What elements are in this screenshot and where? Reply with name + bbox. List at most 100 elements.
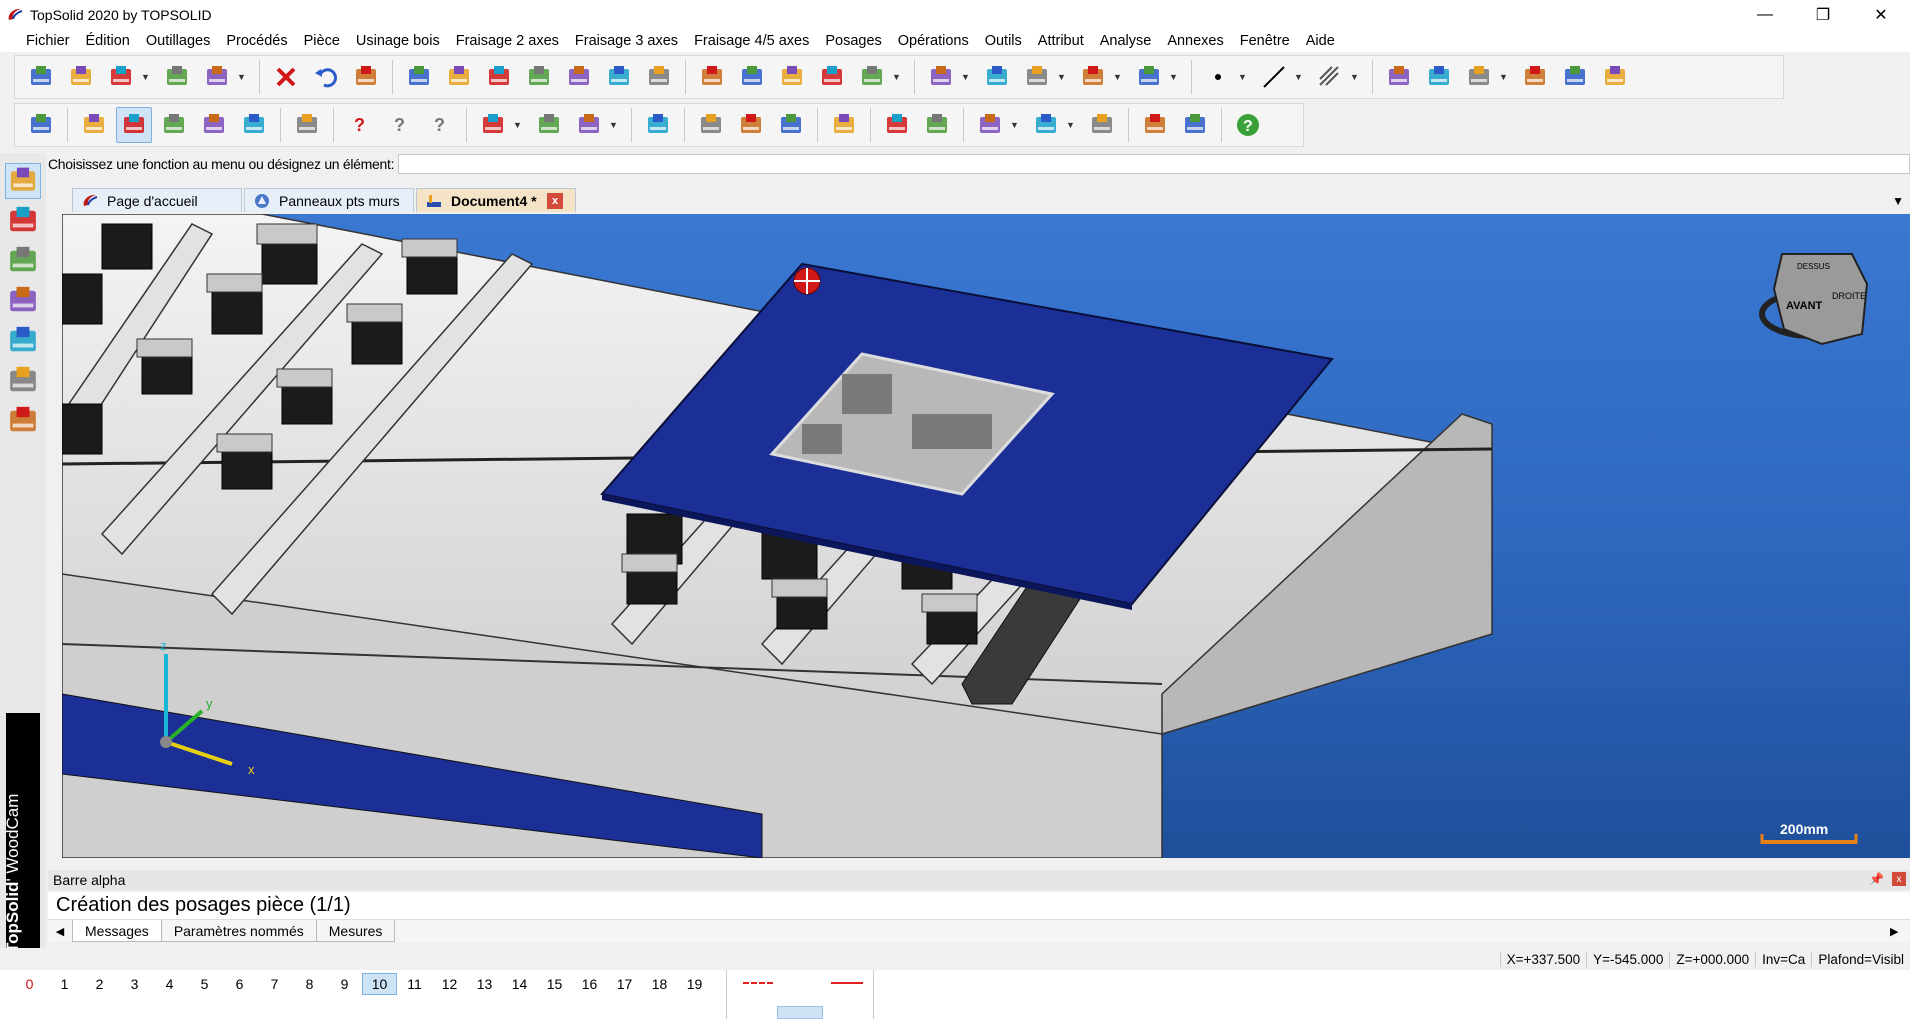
layer-11[interactable]: 11 bbox=[397, 973, 432, 995]
dropdown-arrow-icon[interactable]: ▼ bbox=[1169, 72, 1179, 82]
blocks-icon[interactable] bbox=[733, 107, 769, 143]
layer-14[interactable]: 14 bbox=[502, 973, 537, 995]
dashed-line-style[interactable] bbox=[743, 982, 773, 984]
book-icon[interactable] bbox=[1517, 59, 1553, 95]
3d-viewport[interactable]: z y x AVANT DROITE DESSUS 200mm bbox=[62, 214, 1910, 858]
dropdown-arrow-icon[interactable]: ▼ bbox=[237, 72, 247, 82]
tab-messages[interactable]: Messages bbox=[72, 920, 162, 942]
doc-icon[interactable] bbox=[1461, 59, 1497, 95]
dropdown-arrow-icon[interactable]: ▼ bbox=[1350, 72, 1360, 82]
menu-item-0[interactable]: Fichier bbox=[18, 33, 78, 49]
fixture-icon[interactable] bbox=[531, 107, 567, 143]
menu-item-9[interactable]: Posages bbox=[817, 33, 889, 49]
menu-item-7[interactable]: Fraisage 3 axes bbox=[567, 33, 686, 49]
view-cube[interactable]: AVANT DROITE DESSUS bbox=[1759, 253, 1869, 346]
id-card-icon[interactable] bbox=[1177, 107, 1213, 143]
compass-icon[interactable] bbox=[641, 59, 677, 95]
layer-2[interactable]: 2 bbox=[82, 973, 117, 995]
layer-7[interactable]: 7 bbox=[257, 973, 292, 995]
menu-item-11[interactable]: Outils bbox=[977, 33, 1030, 49]
cube-icon[interactable] bbox=[5, 363, 41, 399]
new-file-icon[interactable] bbox=[23, 59, 59, 95]
menu-item-15[interactable]: Fenêtre bbox=[1232, 33, 1298, 49]
page-icon[interactable] bbox=[1381, 59, 1417, 95]
convert-icon[interactable] bbox=[236, 107, 272, 143]
save-icon[interactable] bbox=[103, 59, 139, 95]
layer-19[interactable]: 19 bbox=[677, 973, 712, 995]
close-button[interactable]: ✕ bbox=[1852, 0, 1910, 30]
palette-icon[interactable] bbox=[5, 403, 41, 439]
bucket-icon[interactable] bbox=[475, 107, 511, 143]
tabs-menu-icon[interactable]: ▼ bbox=[1892, 194, 1904, 208]
menu-item-3[interactable]: Procédés bbox=[218, 33, 295, 49]
maximize-button[interactable]: ❐ bbox=[1794, 0, 1852, 30]
menu-item-16[interactable]: Aide bbox=[1298, 33, 1343, 49]
gears-icon[interactable] bbox=[561, 59, 597, 95]
user-icon[interactable] bbox=[1597, 59, 1633, 95]
equalizer-icon[interactable] bbox=[481, 59, 517, 95]
part-icon[interactable] bbox=[5, 203, 41, 239]
layer-9[interactable]: 9 bbox=[327, 973, 362, 995]
dropdown-arrow-icon[interactable]: ▼ bbox=[1113, 72, 1123, 82]
layer-12[interactable]: 12 bbox=[432, 973, 467, 995]
undo-icon[interactable] bbox=[308, 59, 344, 95]
eraser-icon[interactable] bbox=[348, 59, 384, 95]
assembly-icon[interactable] bbox=[5, 243, 41, 279]
help-icon[interactable]: ? bbox=[1230, 107, 1266, 143]
info-icon[interactable] bbox=[159, 59, 195, 95]
glasses-icon[interactable] bbox=[1075, 59, 1111, 95]
ruler-icon[interactable] bbox=[5, 323, 41, 359]
tab-close-button[interactable]: x bbox=[547, 192, 563, 209]
dropdown-arrow-icon[interactable]: ▼ bbox=[1066, 120, 1076, 130]
fit-icon[interactable] bbox=[979, 59, 1015, 95]
solid-line-style[interactable] bbox=[831, 982, 863, 984]
line-style-selector[interactable] bbox=[777, 1006, 823, 1019]
dropdown-arrow-icon[interactable]: ▼ bbox=[1294, 72, 1304, 82]
sensor-icon[interactable] bbox=[826, 107, 862, 143]
badge-icon[interactable] bbox=[640, 107, 676, 143]
menu-item-4[interactable]: Pièce bbox=[296, 33, 348, 49]
delete-icon[interactable] bbox=[268, 59, 304, 95]
tabs-left-arrow-icon[interactable]: ◀ bbox=[48, 925, 72, 938]
menu-item-2[interactable]: Outillages bbox=[138, 33, 218, 49]
layer-17[interactable]: 17 bbox=[607, 973, 642, 995]
menu-item-8[interactable]: Fraisage 4/5 axes bbox=[686, 33, 817, 49]
posage-icon[interactable] bbox=[116, 107, 152, 143]
tab-panneaux[interactable]: Panneaux pts murs bbox=[244, 188, 414, 212]
dropdown-arrow-icon[interactable]: ▼ bbox=[609, 120, 619, 130]
lasso-icon[interactable] bbox=[814, 59, 850, 95]
tab-parametres-nommes[interactable]: Paramètres nommés bbox=[160, 920, 317, 942]
dropdown-arrow-icon[interactable]: ▼ bbox=[141, 72, 151, 82]
clamp-icon[interactable] bbox=[571, 107, 607, 143]
layer-1[interactable]: 1 bbox=[47, 973, 82, 995]
tab-document4[interactable]: Document4 * x bbox=[416, 188, 576, 212]
rack-icon[interactable] bbox=[972, 107, 1008, 143]
move-icon[interactable] bbox=[1131, 59, 1167, 95]
zoom-icon[interactable] bbox=[923, 59, 959, 95]
layers-icon[interactable] bbox=[401, 59, 437, 95]
operator-icon[interactable] bbox=[1137, 107, 1173, 143]
help-arrow-icon[interactable]: ? bbox=[342, 107, 378, 143]
assembly-icon[interactable] bbox=[693, 107, 729, 143]
layer-15[interactable]: 15 bbox=[537, 973, 572, 995]
layer-5[interactable]: 5 bbox=[187, 973, 222, 995]
sheet-icon[interactable] bbox=[441, 59, 477, 95]
layer-16[interactable]: 16 bbox=[572, 973, 607, 995]
line-icon[interactable] bbox=[1256, 59, 1292, 95]
pin-icon[interactable]: 📌 bbox=[1869, 872, 1884, 886]
press-icon[interactable] bbox=[196, 107, 232, 143]
dropdown-arrow-icon[interactable]: ▼ bbox=[961, 72, 971, 82]
alpha-command-line[interactable]: Création des posages pièce (1/1) bbox=[48, 892, 1910, 920]
dot-icon[interactable] bbox=[1200, 59, 1236, 95]
menu-item-5[interactable]: Usinage bois bbox=[348, 33, 448, 49]
dropdown-arrow-icon[interactable]: ▼ bbox=[1057, 72, 1067, 82]
menu-item-1[interactable]: Édition bbox=[78, 33, 138, 49]
hammer-icon[interactable] bbox=[521, 59, 557, 95]
question-box-icon[interactable]: ? bbox=[422, 107, 458, 143]
pencil-icon[interactable] bbox=[5, 283, 41, 319]
hatch-icon[interactable] bbox=[1312, 59, 1348, 95]
dropdown-arrow-icon[interactable]: ▼ bbox=[892, 72, 902, 82]
frame-icon[interactable] bbox=[773, 107, 809, 143]
layer-18[interactable]: 18 bbox=[642, 973, 677, 995]
inv-status[interactable]: Inv=Ca bbox=[1755, 951, 1811, 967]
